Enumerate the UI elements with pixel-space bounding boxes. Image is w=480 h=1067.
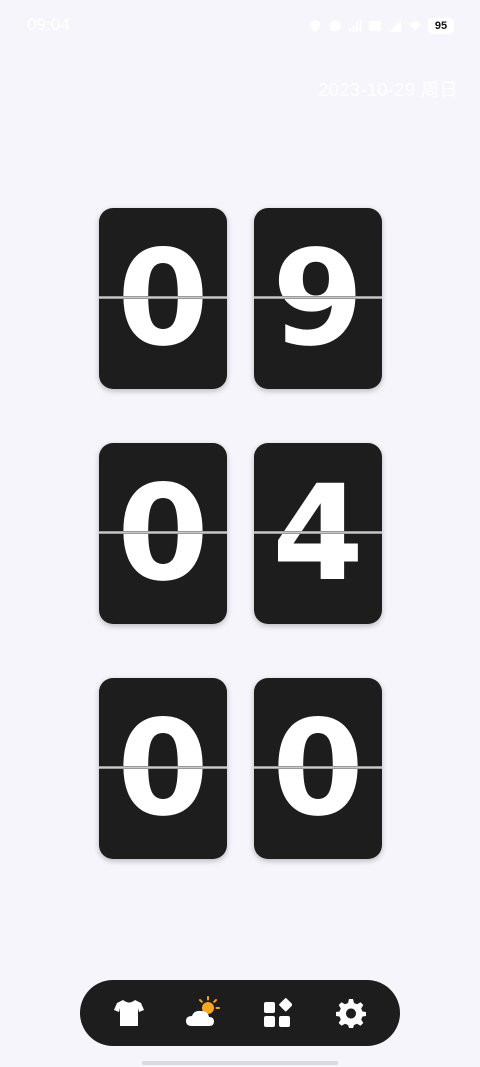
- weather-icon: [186, 996, 220, 1026]
- signal-icon: [349, 20, 362, 32]
- widgets-icon: [264, 998, 292, 1027]
- second-tens-card: 0: [99, 678, 227, 859]
- minute-ones-card: 4: [254, 443, 382, 624]
- wifi-icon: [409, 21, 421, 31]
- notification-icon: [329, 20, 341, 32]
- date-label: 2023-10-29 周日: [318, 80, 458, 100]
- widgets-button[interactable]: [257, 993, 297, 1033]
- flip-divider: [254, 531, 382, 534]
- status-time: 09:04: [27, 15, 70, 34]
- status-bar: 09:04 95: [0, 0, 480, 52]
- shirt-icon: [114, 1000, 144, 1026]
- hour-ones-card: 9: [254, 208, 382, 389]
- nfc-icon: [369, 21, 381, 31]
- home-indicator[interactable]: [142, 1061, 338, 1065]
- weather-button[interactable]: [183, 993, 223, 1033]
- flip-divider: [254, 766, 382, 769]
- minute-tens-card: 0: [99, 443, 227, 624]
- cellular-icon: [389, 20, 401, 32]
- settings-button[interactable]: [331, 993, 371, 1033]
- gear-icon: [336, 999, 366, 1028]
- flip-divider: [99, 766, 227, 769]
- flip-divider: [99, 531, 227, 534]
- status-icons: 95: [308, 14, 454, 38]
- hour-tens-card: 0: [99, 208, 227, 389]
- battery-indicator: 95: [428, 18, 454, 34]
- second-ones-card: 0: [254, 678, 382, 859]
- theme-button[interactable]: [109, 993, 149, 1033]
- flip-divider: [99, 296, 227, 299]
- bottom-nav: [80, 980, 400, 1046]
- shield-icon: [310, 20, 320, 32]
- flip-divider: [254, 296, 382, 299]
